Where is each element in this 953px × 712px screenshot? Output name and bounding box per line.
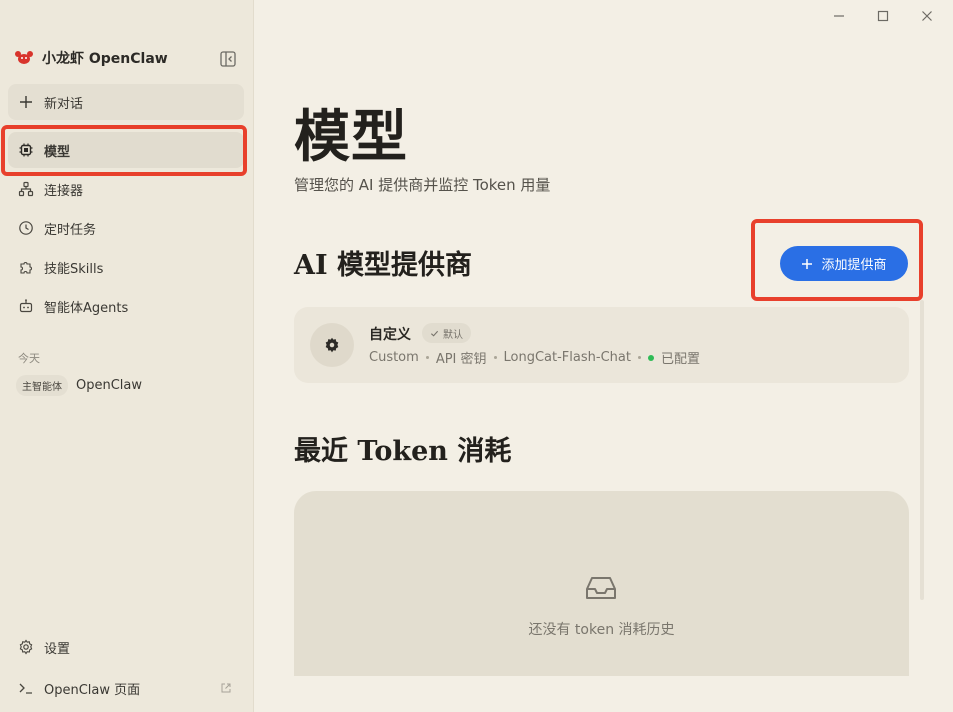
sidebar-item-skills[interactable]: 技能Skills: [8, 249, 244, 285]
session-section-label: 今天: [18, 352, 40, 365]
plus-icon: [20, 96, 32, 108]
providers-section-title: AI 模型提供商: [294, 250, 472, 281]
session-name: OpenClaw: [76, 378, 143, 393]
robot-icon: [19, 299, 33, 313]
terminal-icon: [19, 683, 32, 694]
token-usage-panel: 还没有 token 消耗历史: [294, 491, 909, 676]
add-provider-label: 添加提供商: [821, 258, 887, 273]
separator-dot: [637, 356, 641, 359]
sidebar-item-label: 设置: [44, 641, 71, 657]
default-badge-label: 默认: [443, 329, 463, 341]
page-subtitle: 管理您的 AI 提供商并监控 Token 用量: [294, 176, 551, 194]
network-icon: [18, 181, 34, 197]
provider-name: 自定义: [369, 327, 411, 343]
brand[interactable]: 小龙虾 OpenClaw: [14, 48, 168, 68]
sidebar: 小龙虾 OpenClaw 新对话 模型 连接器 定时任务 技能Skills 智能…: [0, 0, 254, 712]
new-chat-label: 新对话: [44, 96, 84, 112]
main-content: 模型 管理您的 AI 提供商并监控 Token 用量 AI 模型提供商 添加提供…: [254, 0, 953, 712]
sidebar-collapse-button[interactable]: [219, 50, 237, 68]
add-provider-button[interactable]: 添加提供商: [780, 246, 908, 281]
provider-card[interactable]: 自定义 默认 Custom API 密钥 LongCat-Flash-Chat …: [294, 307, 909, 383]
session-agent-tag: 主智能体: [16, 375, 68, 396]
sidebar-item-label: 连接器: [44, 183, 84, 199]
app-window: 小龙虾 OpenClaw 新对话 模型 连接器 定时任务 技能Skills 智能…: [0, 0, 953, 712]
provider-model: LongCat-Flash-Chat: [503, 350, 631, 365]
puzzle-icon: [20, 262, 32, 274]
gear-icon: [325, 337, 339, 353]
page-title: 模型: [294, 104, 408, 170]
sidebar-item-openclaw-page[interactable]: OpenClaw 页面: [8, 670, 244, 706]
sidebar-item-agents[interactable]: 智能体Agents: [8, 288, 244, 324]
empty-state-text: 还没有 token 消耗历史: [528, 622, 675, 638]
brand-name: 小龙虾 OpenClaw: [42, 51, 168, 67]
new-chat-button[interactable]: 新对话: [8, 84, 244, 120]
external-link-icon: [221, 683, 231, 693]
sidebar-item-label: 智能体Agents: [44, 300, 129, 316]
provider-meta: Custom API 密钥 LongCat-Flash-Chat 已配置: [369, 348, 700, 367]
provider-status: 已配置: [660, 352, 700, 367]
sidebar-collapse-icon: [220, 51, 236, 67]
clock-icon: [19, 221, 33, 235]
sidebar-item-label: 定时任务: [44, 222, 97, 238]
sidebar-item-label: 技能Skills: [44, 261, 104, 277]
cpu-icon: [19, 143, 33, 157]
default-badge: 默认: [422, 323, 471, 343]
sidebar-item-models[interactable]: 模型: [8, 132, 244, 168]
gear-icon: [19, 639, 33, 655]
provider-auth: API 密钥: [435, 352, 487, 367]
sidebar-item-label: 模型: [44, 144, 71, 160]
provider-type: Custom: [369, 350, 419, 365]
sidebar-item-connectors[interactable]: 连接器: [8, 171, 244, 207]
sidebar-item-settings[interactable]: 设置: [8, 629, 244, 665]
usage-section-title: 最近 Token 消耗: [294, 436, 512, 467]
status-indicator: [647, 354, 654, 361]
plus-icon: [802, 258, 813, 269]
separator-dot: [493, 356, 497, 359]
sidebar-item-label: OpenClaw 页面: [44, 682, 141, 698]
session-item[interactable]: 主智能体 OpenClaw: [16, 375, 142, 396]
lobster-logo-icon: [15, 51, 33, 64]
provider-avatar: [310, 323, 354, 367]
scrollbar[interactable]: [920, 300, 924, 600]
separator-dot: [425, 356, 429, 359]
inbox-icon: [586, 577, 616, 599]
check-icon: [430, 330, 439, 337]
sidebar-item-scheduled-tasks[interactable]: 定时任务: [8, 210, 244, 246]
